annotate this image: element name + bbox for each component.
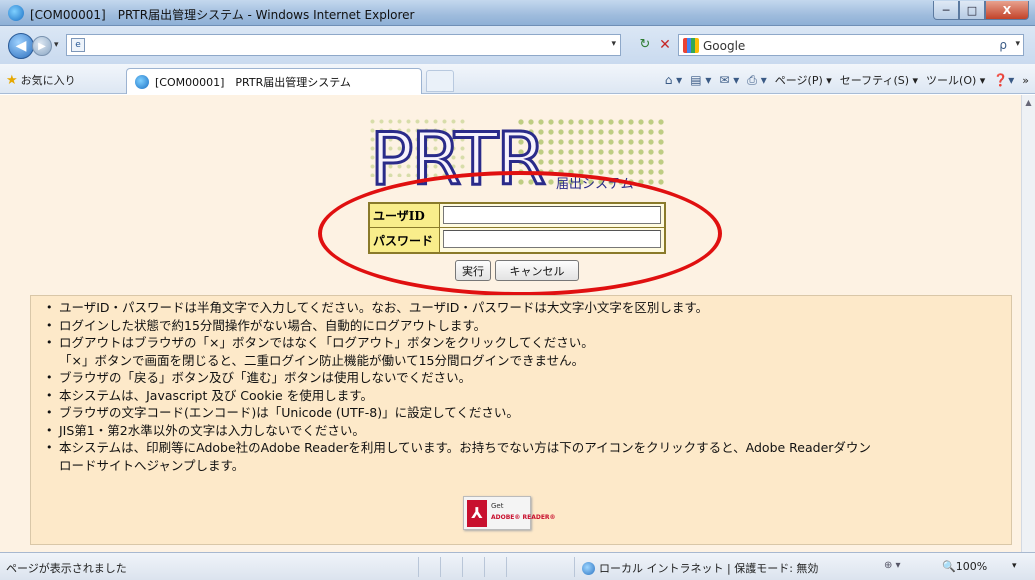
close-button[interactable]: X: [985, 1, 1029, 20]
status-divider: [418, 557, 419, 577]
notice-item: ログインした状態で約15分間操作がない場合、自動的にログアウトします。: [46, 317, 1011, 335]
safety-menu[interactable]: セーフティ(S) ▾: [840, 72, 918, 88]
status-divider: [462, 557, 463, 577]
help-icon[interactable]: ❓▾: [993, 73, 1014, 87]
ie-icon: [8, 5, 24, 21]
logo-main-text: PRTR: [368, 117, 547, 201]
execute-button[interactable]: 実行: [455, 260, 491, 281]
page-content: PRTR 届出システム ユーザID パスワード 実行 キャンセル ユーザID・パ…: [0, 95, 1021, 552]
vertical-scrollbar[interactable]: ▲: [1021, 95, 1035, 552]
login-form: ユーザID パスワード: [368, 202, 666, 254]
status-divider: [506, 557, 507, 577]
notice-item: ログアウトはブラウザの「×」ボタンではなく「ログアウト」ボタンをクリックしてくだ…: [46, 334, 1011, 352]
favorites-label: お気に入り: [20, 74, 76, 87]
notice-item-continuation: 「×」ボタンで画面を閉じると、二重ログイン防止機能が働いて15分間ログインできま…: [59, 352, 585, 368]
new-tab-button[interactable]: [426, 70, 454, 92]
search-dropdown-icon[interactable]: ▾: [1015, 39, 1020, 49]
window-controls: ─ □ X: [933, 1, 1029, 20]
home-icon[interactable]: ⌂ ▾: [665, 73, 682, 87]
google-icon: [683, 38, 699, 53]
adobe-get-label: Get: [491, 502, 504, 510]
star-icon: ★: [6, 72, 18, 88]
search-input[interactable]: Google ρ ▾: [678, 34, 1024, 56]
notice-item: 本システムは、印刷等にAdobe社のAdobe Readerを利用しています。お…: [46, 439, 1011, 474]
tab-page-icon: [135, 74, 149, 89]
notice-item: ブラウザの文字コード(エンコード)は「Unicode (UTF-8)」に設定して…: [46, 404, 1011, 422]
toolbar-overflow-icon[interactable]: »: [1022, 74, 1029, 87]
tab-current[interactable]: [COM00001] PRTR届出管理システム: [126, 68, 422, 94]
status-bar: ページが表示されました ローカル イントラネット | 保護モード: 無効 ⊕ ▾…: [0, 552, 1035, 580]
status-divider: [440, 557, 441, 577]
title-bar: [COM00001] PRTR届出管理システム - Windows Intern…: [0, 0, 1035, 26]
logo-sub-text: 届出システム: [556, 177, 634, 192]
address-toolbar: ◀ ▶ ▾ e ▾ ↻ ✕ Google ρ ▾: [0, 26, 1035, 64]
notice-panel: ユーザID・パスワードは半角文字で入力してください。なお、ユーザID・パスワード…: [30, 295, 1012, 545]
login-buttons: 実行 キャンセル: [455, 260, 579, 281]
feeds-icon[interactable]: ▤ ▾: [690, 73, 711, 87]
mail-icon[interactable]: ✉ ▾: [719, 73, 739, 87]
cancel-button[interactable]: キャンセル: [495, 260, 579, 281]
userid-label: ユーザID: [370, 204, 440, 227]
get-adobe-reader-button[interactable]: ⅄ Get ADOBE® READER®: [463, 496, 556, 530]
status-divider: [484, 557, 485, 577]
notice-item: ユーザID・パスワードは半角文字で入力してください。なお、ユーザID・パスワード…: [46, 299, 1011, 317]
history-dropdown-icon[interactable]: ▾: [54, 40, 59, 50]
notice-item: ブラウザの「戻る」ボタン及び「進む」ボタンは使用しないでください。: [46, 369, 1011, 387]
command-bar: ⌂ ▾ ▤ ▾ ✉ ▾ ⎙ ▾ ページ(P) ▾ セーフティ(S) ▾ ツール(…: [665, 72, 1029, 88]
address-dropdown-icon[interactable]: ▾: [611, 39, 616, 49]
notice-list: ユーザID・パスワードは半角文字で入力してください。なお、ユーザID・パスワード…: [31, 296, 1011, 474]
adobe-reader-icon: ⅄: [467, 500, 487, 527]
favorites-bar: ★ お気に入り [COM00001] PRTR届出管理システム ⌂ ▾ ▤ ▾ …: [0, 64, 1035, 94]
forward-button[interactable]: ▶: [32, 36, 52, 56]
scroll-up-icon[interactable]: ▲: [1024, 98, 1033, 107]
maximize-button[interactable]: □: [959, 1, 985, 20]
refresh-icon[interactable]: ↻: [636, 37, 654, 55]
security-zone-label: ローカル イントラネット | 保護モード: 無効: [599, 562, 819, 575]
notice-item: JIS第1・第2水準以外の文字は入力しないでください。: [46, 422, 1011, 440]
security-zone[interactable]: ローカル イントラネット | 保護モード: 無効: [582, 560, 818, 576]
address-input[interactable]: e ▾: [66, 34, 621, 56]
page-menu[interactable]: ページ(P) ▾: [775, 72, 832, 88]
stop-icon[interactable]: ✕: [656, 37, 674, 55]
notice-item: 本システムは、Javascript 及び Cookie を使用します。: [46, 387, 1011, 405]
zoom-level[interactable]: 🔍100%: [942, 560, 987, 573]
zoom-dropdown-icon[interactable]: ▾: [1012, 561, 1017, 571]
password-row: パスワード: [370, 228, 664, 252]
tools-menu[interactable]: ツール(O) ▾: [926, 72, 985, 88]
search-icon[interactable]: ρ: [999, 38, 1007, 52]
back-button[interactable]: ◀: [8, 33, 34, 59]
password-input[interactable]: [443, 230, 661, 248]
adobe-reader-label: ADOBE® READER®: [491, 514, 556, 521]
protected-mode-icon[interactable]: ⊕ ▾: [884, 560, 901, 571]
tab-title: [COM00001] PRTR届出管理システム: [155, 75, 351, 89]
minimize-button[interactable]: ─: [933, 1, 959, 20]
page-icon: e: [71, 38, 85, 52]
userid-row: ユーザID: [370, 204, 664, 228]
favorites-button[interactable]: ★ お気に入り: [6, 72, 76, 88]
status-divider: [574, 557, 575, 577]
window-title: [COM00001] PRTR届出管理システム - Windows Intern…: [30, 8, 415, 22]
search-engine-label: Google: [703, 39, 746, 53]
globe-icon: [582, 561, 595, 575]
status-message: ページが表示されました: [6, 562, 127, 575]
prtr-logo: PRTR 届出システム: [368, 117, 666, 213]
userid-input[interactable]: [443, 206, 661, 224]
print-icon[interactable]: ⎙ ▾: [747, 73, 766, 88]
password-label: パスワード: [370, 228, 440, 252]
